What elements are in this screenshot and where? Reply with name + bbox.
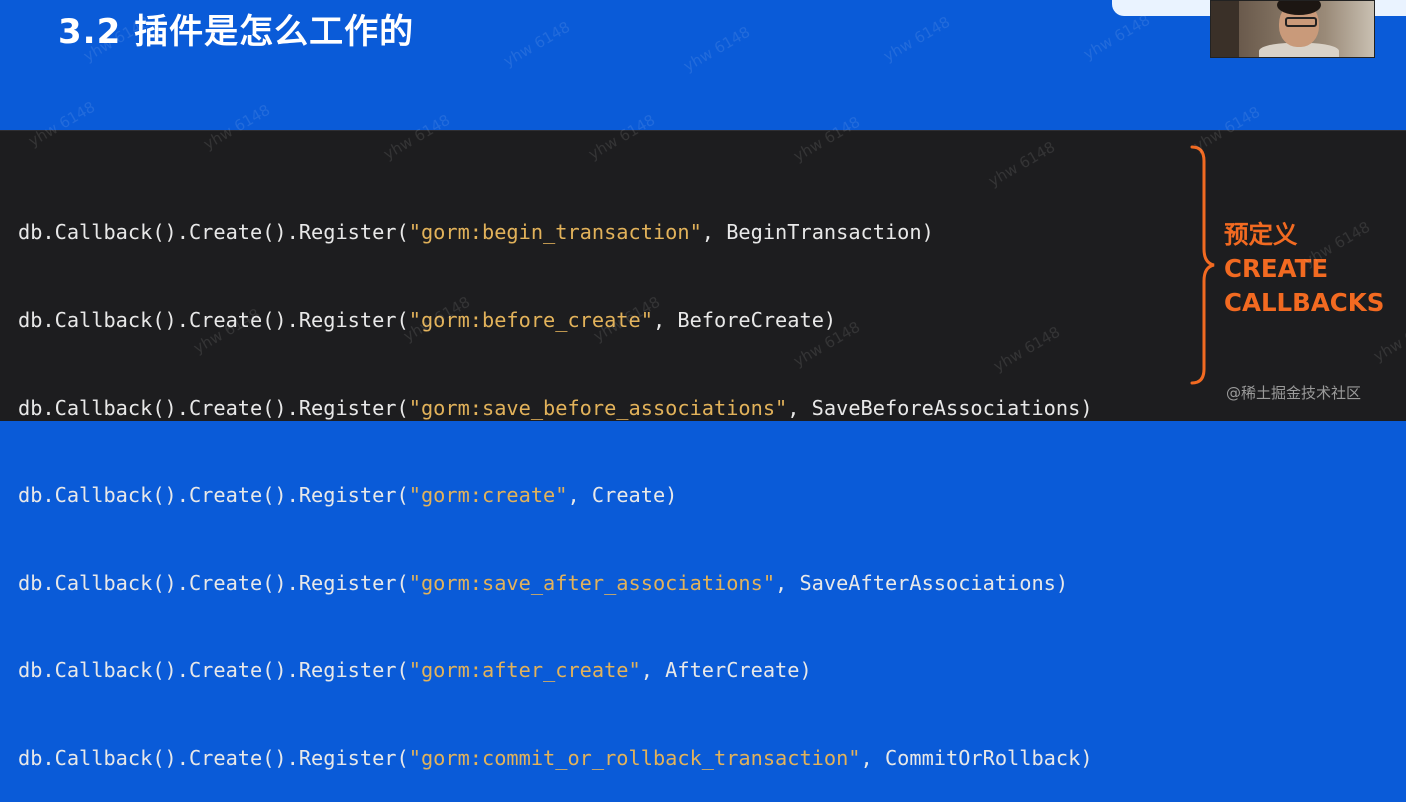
- code-call: db.Callback().Create().Register(: [18, 308, 409, 333]
- curly-brace-icon: [1190, 145, 1215, 385]
- code-handler: , SaveAfterAssociations): [775, 570, 1069, 595]
- code-line: db.Callback().Create().Register("gorm:be…: [18, 218, 1093, 247]
- code-call: db.Callback().Create().Register(: [18, 483, 409, 508]
- code-line: db.Callback().Create().Register("gorm:co…: [18, 744, 1093, 773]
- annotation-line-1: 预定义: [1224, 220, 1298, 249]
- code-handler: , AfterCreate): [640, 658, 812, 683]
- code-string: "gorm:save_after_associations": [408, 570, 776, 595]
- code-handler: , CommitOrRollback): [860, 746, 1093, 771]
- code-handler: , Create): [567, 483, 678, 508]
- presenter-glasses: [1285, 17, 1317, 27]
- code-string: "gorm:before_create": [408, 308, 653, 333]
- code-call: db.Callback().Create().Register(: [18, 220, 409, 245]
- watermark: yhw 6148: [880, 12, 954, 66]
- code-call: db.Callback().Create().Register(: [18, 395, 409, 420]
- code-handler: , SaveBeforeAssociations): [787, 395, 1093, 420]
- code-handler: , BeginTransaction): [701, 220, 934, 245]
- code-block: db.Callback().Create().Register("gorm:be…: [18, 160, 1093, 802]
- code-string: "gorm:save_before_associations": [408, 395, 788, 420]
- code-handler: , BeforeCreate): [652, 308, 837, 333]
- code-string: "gorm:after_create": [408, 658, 641, 683]
- code-line: db.Callback().Create().Register("gorm:sa…: [18, 394, 1093, 423]
- code-call: db.Callback().Create().Register(: [18, 570, 409, 595]
- code-line: db.Callback().Create().Register("gorm:be…: [18, 306, 1093, 335]
- code-line: db.Callback().Create().Register("gorm:sa…: [18, 569, 1093, 598]
- footer-credit: @稀土掘金技术社区: [1226, 384, 1362, 402]
- webcam-video: [1210, 0, 1375, 58]
- code-string: "gorm:begin_transaction": [408, 220, 702, 245]
- webcam-background: [1211, 1, 1239, 57]
- code-call: db.Callback().Create().Register(: [18, 746, 409, 771]
- code-line: db.Callback().Create().Register("gorm:cr…: [18, 481, 1093, 510]
- watermark: yhw 6148: [1080, 10, 1154, 64]
- annotation-line-3: CALLBACKS: [1224, 288, 1385, 317]
- annotation-line-2: CREATE: [1224, 254, 1329, 283]
- watermark: yhw 6148: [500, 17, 574, 71]
- slide-title: 3.2 插件是怎么工作的: [58, 12, 415, 52]
- watermark: yhw 6148: [680, 22, 754, 76]
- annotation-label: 预定义 CREATE CALLBACKS: [1224, 218, 1384, 320]
- code-string: "gorm:create": [408, 483, 568, 508]
- code-string: "gorm:commit_or_rollback_transaction": [408, 746, 861, 771]
- code-line: db.Callback().Create().Register("gorm:af…: [18, 656, 1093, 685]
- code-call: db.Callback().Create().Register(: [18, 658, 409, 683]
